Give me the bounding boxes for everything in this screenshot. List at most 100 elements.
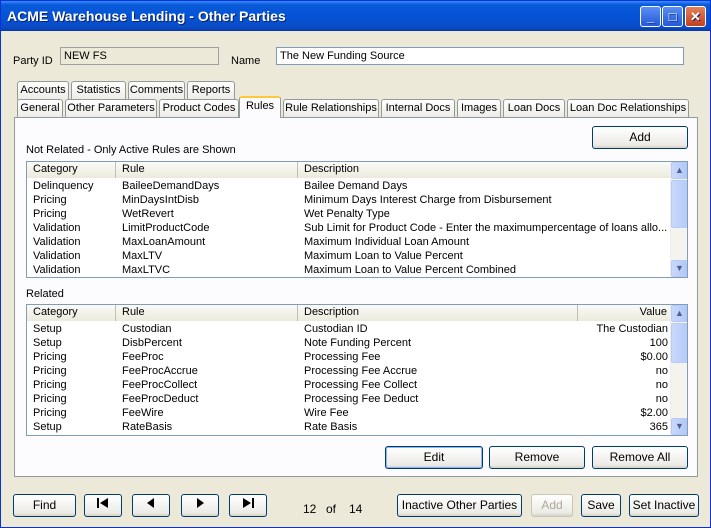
table-cell: Rate Basis	[304, 421, 358, 433]
edit-button[interactable]: Edit	[385, 446, 483, 469]
scroll-thumb[interactable]	[671, 180, 687, 228]
tab-general[interactable]: General	[17, 99, 63, 118]
table-cell: Validation	[33, 236, 81, 248]
table-cell: Pricing	[33, 379, 67, 391]
previous-record-button[interactable]	[132, 494, 170, 517]
tab-images[interactable]: Images	[457, 99, 501, 118]
scroll-down-icon[interactable]: ▼	[671, 418, 687, 435]
table-row[interactable]: Delinquency BaileeDemandDays Bailee Demand…	[27, 179, 672, 193]
table-cell: Pricing	[33, 365, 67, 377]
set-inactive-button[interactable]: Set Inactive	[629, 494, 699, 517]
scroll-up-icon[interactable]: ▲	[671, 162, 687, 179]
table-cell: Custodian ID	[304, 323, 368, 335]
title-bar: ACME Warehouse Lending - Other Parties _…	[1, 1, 710, 31]
table-cell: FeeWire	[122, 407, 164, 419]
column-header-description[interactable]: Description	[298, 162, 672, 178]
table-cell: Setup	[33, 323, 62, 335]
scroll-thumb[interactable]	[671, 323, 687, 363]
tab-rule-relationships[interactable]: Rule Relationships	[283, 99, 379, 118]
next-record-button[interactable]	[181, 494, 219, 517]
table-cell: Sub Limit for Product Code - Enter the m…	[304, 222, 668, 234]
table-cell: Wire Fee	[304, 407, 349, 419]
table-cell: FeeProc	[122, 351, 164, 363]
find-button[interactable]: Find	[13, 494, 76, 517]
column-header-category[interactable]: Category	[27, 162, 116, 178]
close-icon[interactable]: ✕	[685, 6, 706, 27]
table-row[interactable]: Validation LimitProductCode Sub Limit for …	[27, 221, 672, 235]
table-cell: Validation	[33, 222, 81, 234]
table-cell: Pricing	[33, 194, 67, 206]
column-header-rule[interactable]: Rule	[116, 162, 298, 178]
table-row[interactable]: Pricing FeeWire Wire Fee $2.00	[27, 406, 672, 420]
table-row[interactable]: Pricing FeeProcDeduct Processing Fee Deduc…	[27, 392, 672, 406]
add-rule-button[interactable]: Add	[592, 126, 688, 149]
last-record-button[interactable]	[229, 494, 267, 517]
table-cell: Pricing	[33, 393, 67, 405]
party-name-label: Name	[231, 55, 261, 67]
table-cell: Note Funding Percent	[304, 337, 412, 349]
add-party-button[interactable]: Add	[531, 494, 573, 517]
tab-loan-doc-relationships[interactable]: Loan Doc Relationships	[567, 99, 689, 118]
tab-internal-docs[interactable]: Internal Docs	[381, 99, 455, 118]
save-button[interactable]: Save	[581, 494, 621, 517]
table-row[interactable]: Validation MaxLoanAmount Maximum Individua…	[27, 235, 672, 249]
scroll-down-icon[interactable]: ▼	[671, 260, 687, 277]
table-cell: $0.00	[640, 351, 668, 363]
tab-reports[interactable]: Reports	[187, 81, 235, 100]
table-cell: FeeProcDeduct	[122, 393, 199, 405]
table-row[interactable]: Pricing MinDaysIntDisb Minimum Days Intere…	[27, 193, 672, 207]
table-row[interactable]: Setup Custodian Custodian ID The Custodian	[27, 322, 672, 336]
inactive-other-parties-button[interactable]: Inactive Other Parties	[397, 494, 522, 517]
related-scrollbar[interactable]: ▲ ▼	[670, 305, 687, 435]
table-row[interactable]: Pricing FeeProcAccrue Processing Fee Accru…	[27, 364, 672, 378]
table-row[interactable]: Setup RateBasis Rate Basis 365	[27, 420, 672, 434]
table-cell: MaxLoanAmount	[122, 236, 206, 248]
table-cell: RateBasis	[122, 421, 173, 433]
table-cell: Processing Fee	[304, 351, 381, 363]
table-row[interactable]: Setup DisbPercent Note Funding Percent 100	[27, 336, 672, 350]
table-cell: 365	[649, 421, 668, 433]
minimize-icon[interactable]: _	[640, 6, 661, 27]
table-row[interactable]: Validation MaxLTVC Maximum Loan to Value P…	[27, 263, 672, 277]
record-current: 12	[303, 502, 317, 516]
not-related-scrollbar[interactable]: ▲ ▼	[670, 162, 687, 277]
record-of: of	[326, 502, 337, 516]
previous-record-icon	[147, 498, 154, 508]
table-cell: MaxLTVC	[122, 264, 171, 276]
table-cell: FeeProcAccrue	[122, 365, 198, 377]
first-record-icon	[97, 498, 108, 508]
table-row[interactable]: Pricing FeeProcCollect Processing Fee Coll…	[27, 378, 672, 392]
table-cell: Pricing	[33, 407, 67, 419]
column-header-category[interactable]: Category	[27, 305, 116, 321]
tab-rules[interactable]: Rules	[239, 96, 281, 118]
table-cell: WetRevert	[122, 208, 174, 220]
scroll-up-icon[interactable]: ▲	[671, 305, 687, 322]
table-cell: Pricing	[33, 351, 67, 363]
tab-loan-docs[interactable]: Loan Docs	[503, 99, 565, 118]
column-header-description[interactable]: Description	[298, 305, 578, 321]
remove-all-button[interactable]: Remove All	[592, 446, 688, 469]
tab-other-parameters[interactable]: Other Parameters	[65, 99, 157, 118]
table-row[interactable]: Pricing WetRevert Wet Penalty Type	[27, 207, 672, 221]
table-row[interactable]: Validation MaxLTV Maximum Loan to Value Pe…	[27, 249, 672, 263]
remove-button[interactable]: Remove	[489, 446, 585, 469]
maximize-icon[interactable]: □	[662, 6, 683, 27]
tab-product-codes[interactable]: Product Codes	[159, 99, 239, 118]
first-record-button[interactable]	[84, 494, 122, 517]
tab-statistics[interactable]: Statistics	[71, 81, 126, 100]
table-cell: Validation	[33, 250, 81, 262]
table-cell: Maximum Loan to Value Percent	[304, 250, 463, 262]
tab-comments[interactable]: Comments	[128, 81, 185, 100]
table-cell: MinDaysIntDisb	[122, 194, 200, 206]
table-cell: Maximum Loan to Value Percent Combined	[304, 264, 516, 276]
rules-panel: Not Related - Only Active Rules are Show…	[14, 117, 698, 477]
tab-accounts[interactable]: Accounts	[17, 81, 69, 100]
table-row[interactable]: Pricing FeeProc Processing Fee $0.00	[27, 350, 672, 364]
table-cell: Validation	[33, 264, 81, 276]
table-cell: Processing Fee Collect	[304, 379, 418, 391]
table-cell: $2.00	[640, 407, 668, 419]
column-header-rule[interactable]: Rule	[116, 305, 298, 321]
table-cell: 100	[649, 337, 668, 349]
column-header-value[interactable]: Value	[578, 305, 672, 321]
party-name-input[interactable]: The New Funding Source	[276, 47, 684, 65]
